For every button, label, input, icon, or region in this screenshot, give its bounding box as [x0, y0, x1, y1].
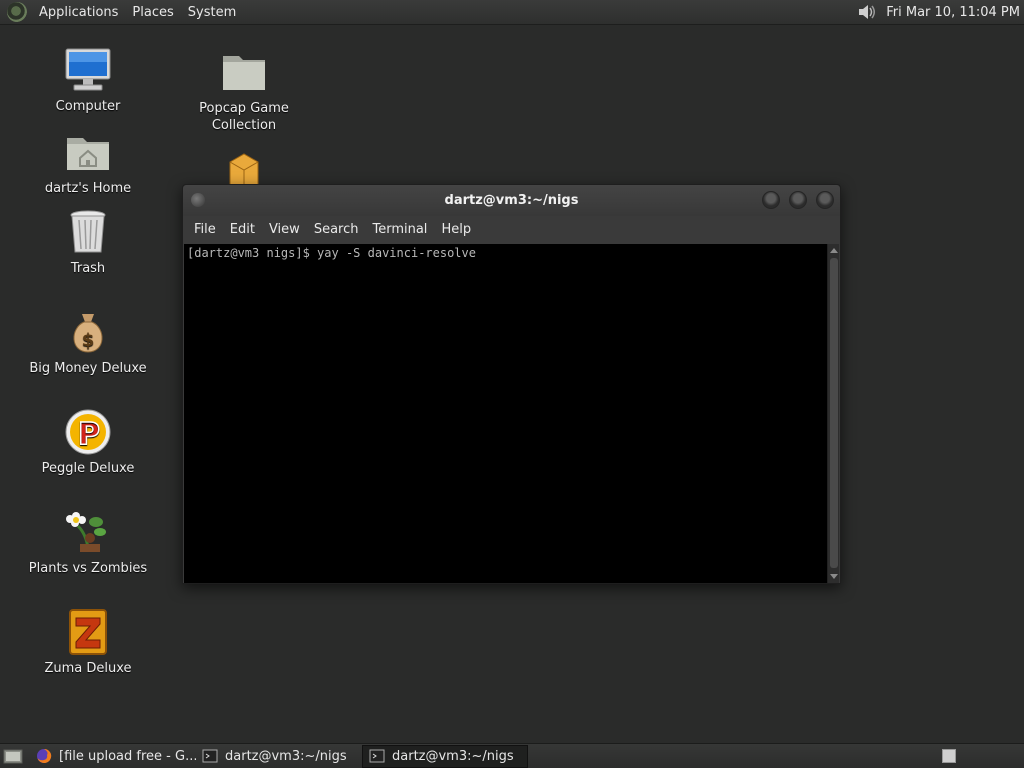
taskbar-task-firefox[interactable]: [file upload free - G...: [30, 745, 196, 768]
task-label: [file upload free - G...: [59, 748, 196, 764]
terminal-title: dartz@vm3:~/nigs: [444, 193, 579, 208]
taskbar-task-terminal-1[interactable]: dartz@vm3:~/nigs: [196, 745, 362, 768]
terminal-icon: [202, 748, 218, 764]
desktop-icon-trash[interactable]: Trash: [28, 208, 148, 277]
desktop-icon-label: Zuma Deluxe: [44, 661, 132, 676]
bottom-panel: [file upload free - G... dartz@vm3:~/nig…: [0, 743, 1024, 768]
maximize-button[interactable]: [789, 191, 807, 209]
window-menu-icon[interactable]: [191, 193, 205, 207]
applications-menu[interactable]: Applications: [32, 0, 125, 25]
desktop-icon-label: Computer: [55, 99, 121, 114]
terminal-scrollbar[interactable]: [827, 244, 839, 583]
top-panel: Applications Places System Fri Mar 10, 1…: [0, 0, 1024, 25]
plants-vs-zombies-icon: [64, 508, 112, 556]
speaker-volume-icon[interactable]: [856, 1, 878, 23]
terminal-menubar: File Edit View Search Terminal Help: [183, 216, 840, 243]
terminal-icon: [369, 748, 385, 764]
terminal-titlebar[interactable]: dartz@vm3:~/nigs: [183, 185, 840, 216]
menu-help[interactable]: Help: [434, 216, 478, 243]
desktop-screen: Applications Places System Fri Mar 10, 1…: [0, 0, 1024, 768]
desktop-icon-label: Peggle Deluxe: [41, 461, 135, 476]
scroll-up-arrow-icon[interactable]: [830, 248, 838, 253]
scroll-down-arrow-icon[interactable]: [830, 574, 838, 579]
zuma-icon: [64, 608, 112, 656]
desktop-icon-popcap-collection[interactable]: Popcap Game Collection: [184, 48, 304, 134]
home-folder-icon: [64, 128, 112, 176]
terminal-output[interactable]: [dartz@vm3 nigs]$ yay -S davinci-resolve: [184, 244, 828, 583]
scrollbar-thumb[interactable]: [830, 258, 838, 568]
workspace-switcher-icon[interactable]: [942, 749, 956, 763]
desktop-icon-label: Plants vs Zombies: [28, 561, 148, 576]
desktop-icon-peggle[interactable]: P Peggle Deluxe: [28, 408, 148, 477]
svg-text:P: P: [78, 417, 100, 452]
terminal-window[interactable]: dartz@vm3:~/nigs File Edit View Search T…: [182, 184, 841, 584]
minimize-button[interactable]: [762, 191, 780, 209]
desktop-icon-label: dartz's Home: [44, 181, 132, 196]
close-button[interactable]: [816, 191, 834, 209]
menu-file[interactable]: File: [187, 216, 223, 243]
money-bag-icon: $: [64, 308, 112, 356]
menu-terminal[interactable]: Terminal: [365, 216, 434, 243]
task-label: dartz@vm3:~/nigs: [392, 748, 514, 764]
firefox-icon: [36, 748, 52, 764]
clock[interactable]: Fri Mar 10, 11:04 PM: [886, 5, 1020, 20]
taskbar-task-terminal-2[interactable]: dartz@vm3:~/nigs: [362, 744, 528, 768]
desktop-icon-plants-vs-zombies[interactable]: Plants vs Zombies: [28, 508, 148, 577]
desktop-icon-big-money[interactable]: $ Big Money Deluxe: [28, 308, 148, 377]
computer-monitor-icon: [64, 46, 112, 94]
trash-can-icon: [64, 208, 112, 256]
task-label: dartz@vm3:~/nigs: [225, 748, 347, 764]
places-menu[interactable]: Places: [125, 0, 180, 25]
distro-logo-icon[interactable]: [7, 2, 27, 22]
system-menu[interactable]: System: [181, 0, 243, 25]
menu-view[interactable]: View: [262, 216, 307, 243]
desktop-icon-label: Popcap Game Collection: [199, 101, 289, 133]
desktop-icon-computer[interactable]: Computer: [28, 46, 148, 115]
folder-icon: [220, 48, 268, 96]
svg-text:$: $: [82, 330, 95, 351]
menu-edit[interactable]: Edit: [223, 216, 262, 243]
desktop-icon-label: Big Money Deluxe: [29, 361, 147, 376]
show-desktop-icon[interactable]: [2, 745, 24, 767]
desktop-icon-label: Trash: [70, 261, 106, 276]
desktop-icon-home[interactable]: dartz's Home: [28, 128, 148, 197]
desktop-icon-zuma[interactable]: Zuma Deluxe: [28, 608, 148, 677]
menu-search[interactable]: Search: [307, 216, 366, 243]
terminal-line: [dartz@vm3 nigs]$ yay -S davinci-resolve: [187, 246, 476, 260]
peggle-icon: P: [64, 408, 112, 456]
